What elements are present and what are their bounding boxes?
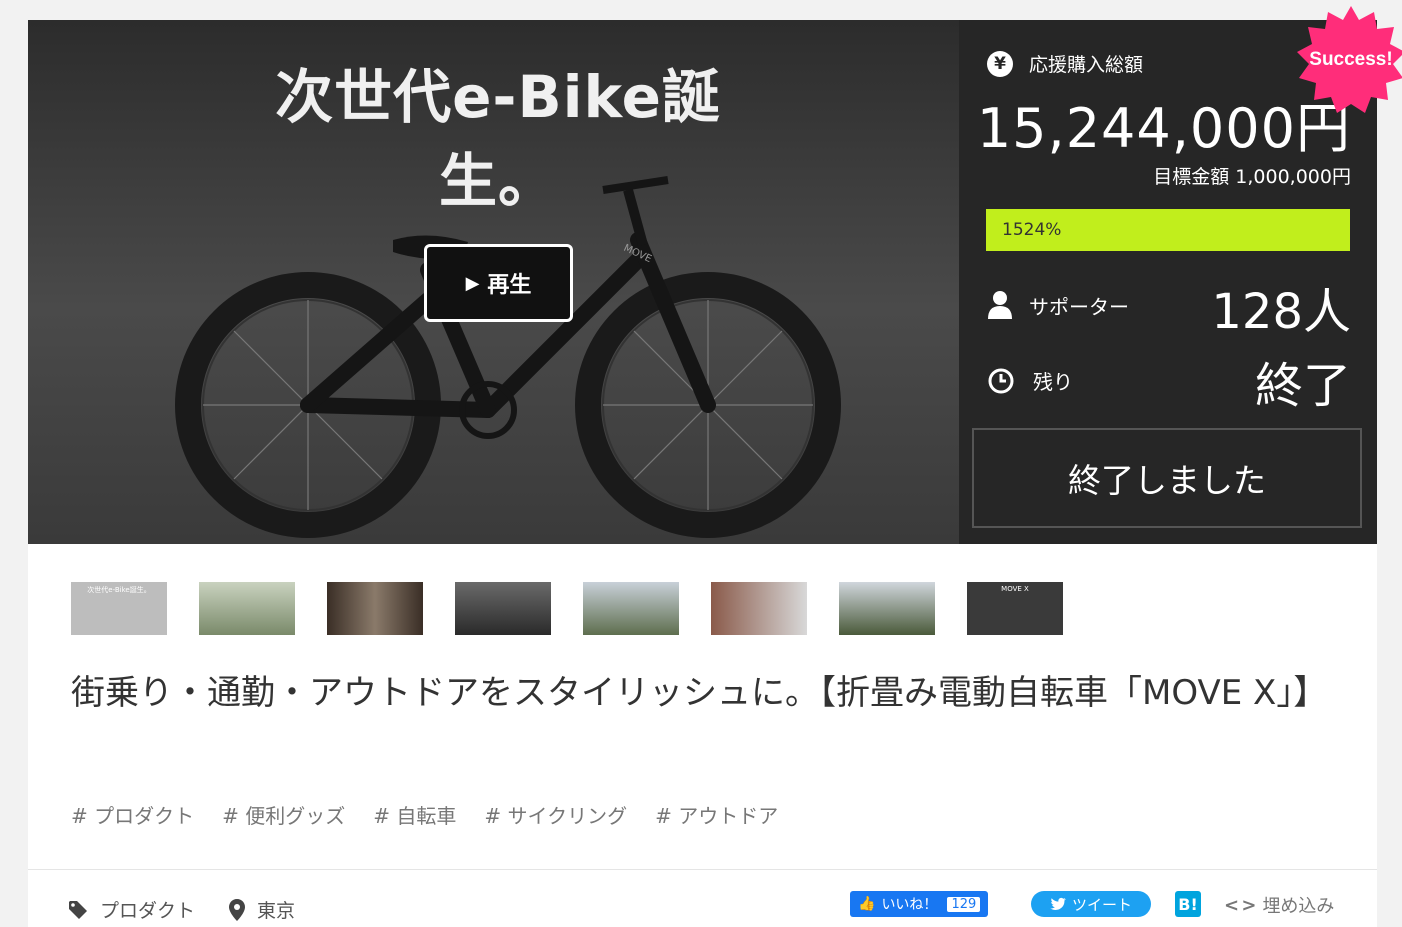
bike-image: MOVE <box>175 176 841 538</box>
thumbnail-caption: 次世代e-Bike誕生。 <box>87 586 151 594</box>
embed-button[interactable]: < > 埋め込み <box>1224 892 1334 918</box>
tag-bicycle[interactable]: # 自転車 <box>373 800 456 829</box>
progress-bar: 1524% <box>986 209 1350 251</box>
location-link[interactable]: 東京 <box>257 896 295 923</box>
thumbnail-5[interactable] <box>583 582 679 635</box>
project-card: 次世代e-Bike誕生。 MOVE ▶ 再生 ¥ 応援購入総額 15,244,0… <box>28 6 1402 927</box>
thumbnail-6[interactable] <box>711 582 807 635</box>
person-icon <box>988 291 1012 319</box>
success-badge: Success! <box>1295 4 1402 116</box>
divider <box>28 869 1377 870</box>
hatena-bookmark-button[interactable]: B! <box>1175 891 1201 917</box>
progress-percent: 1524% <box>1002 220 1062 240</box>
tag-cycling[interactable]: # サイクリング <box>484 800 627 829</box>
code-icon: < > <box>1224 894 1256 916</box>
like-label: いいね！ <box>881 897 938 913</box>
tag-product[interactable]: # プロダクト <box>71 800 194 829</box>
tag-gadgets[interactable]: # 便利グッズ <box>222 800 345 829</box>
thumbnail-caption: MOVE X <box>1001 585 1029 593</box>
funding-panel: ¥ 応援購入総額 15,244,000円 目標金額 1,000,000円 152… <box>959 6 1402 544</box>
supporters-label: サポーター <box>1029 294 1129 319</box>
hero-video[interactable]: 次世代e-Bike誕生。 MOVE ▶ 再生 <box>28 20 959 544</box>
goal-amount: 目標金額 1,000,000円 <box>1153 166 1351 188</box>
thumbnail-strip: 次世代e-Bike誕生。 MOVE X <box>71 582 1063 635</box>
thumbnail-3[interactable] <box>327 582 423 635</box>
project-title: 街乗り・通勤・アウトドアをスタイリッシュに。【折畳み電動自転車「MOVE X」】 <box>71 673 1328 713</box>
tag-outdoor[interactable]: # アウトドア <box>655 800 778 829</box>
twitter-bird-icon <box>1050 897 1066 910</box>
thumbs-up-icon: 👍 <box>858 896 876 912</box>
facebook-like-button[interactable]: 👍 いいね！ 129 <box>850 891 988 917</box>
thumbnail-7[interactable] <box>839 582 935 635</box>
thumbnail-8[interactable]: MOVE X <box>967 582 1063 635</box>
thumbnail-2[interactable] <box>199 582 295 635</box>
tag-icon <box>69 900 87 919</box>
remaining-value: 終了 <box>1254 358 1351 414</box>
play-button[interactable]: ▶ 再生 <box>424 244 573 322</box>
category-link[interactable]: プロダクト <box>100 896 195 923</box>
tweet-button[interactable]: ツイート <box>1031 891 1151 917</box>
thumbnail-4[interactable] <box>455 582 551 635</box>
total-label-row: ¥ 応援購入総額 <box>987 50 1143 77</box>
play-icon: ▶ <box>465 272 480 294</box>
remaining-label-row: 残り <box>987 366 1073 395</box>
supporters-label-row: サポーター <box>987 290 1129 320</box>
badge-label: Success! <box>1309 49 1393 70</box>
tweet-label: ツイート <box>1071 895 1132 914</box>
total-label: 応援購入総額 <box>1029 54 1144 76</box>
thumbnail-1[interactable]: 次世代e-Bike誕生。 <box>71 582 167 635</box>
embed-label: 埋め込み <box>1262 896 1335 917</box>
location-pin-icon <box>229 898 246 921</box>
project-meta: プロダクト 東京 <box>68 896 295 923</box>
ended-button[interactable]: 終了しました <box>972 428 1362 528</box>
like-count: 129 <box>947 896 981 912</box>
clock-icon <box>988 368 1014 393</box>
remaining-label: 残り <box>1033 370 1073 394</box>
yen-icon: ¥ <box>987 50 1013 77</box>
tag-list: # プロダクト # 便利グッズ # 自転車 # サイクリング # アウトドア <box>71 800 778 829</box>
supporters-count: 128人 <box>1211 284 1351 340</box>
play-label: 再生 <box>487 273 532 298</box>
